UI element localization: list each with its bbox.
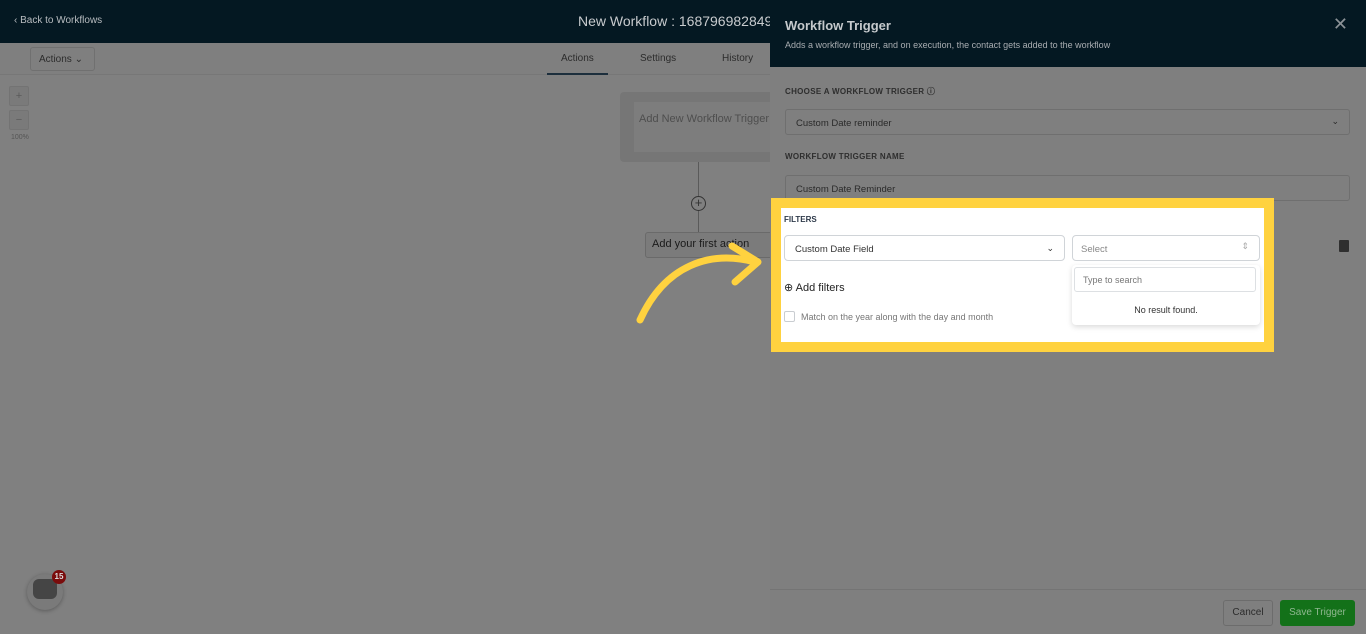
notification-badge: 15 <box>52 570 66 584</box>
yellow-arrow-icon <box>636 242 762 324</box>
panel-footer: Cancel Save Trigger <box>770 589 1366 634</box>
save-trigger-button[interactable]: Save Trigger <box>1280 600 1355 626</box>
cancel-button[interactable]: Cancel <box>1223 600 1273 626</box>
